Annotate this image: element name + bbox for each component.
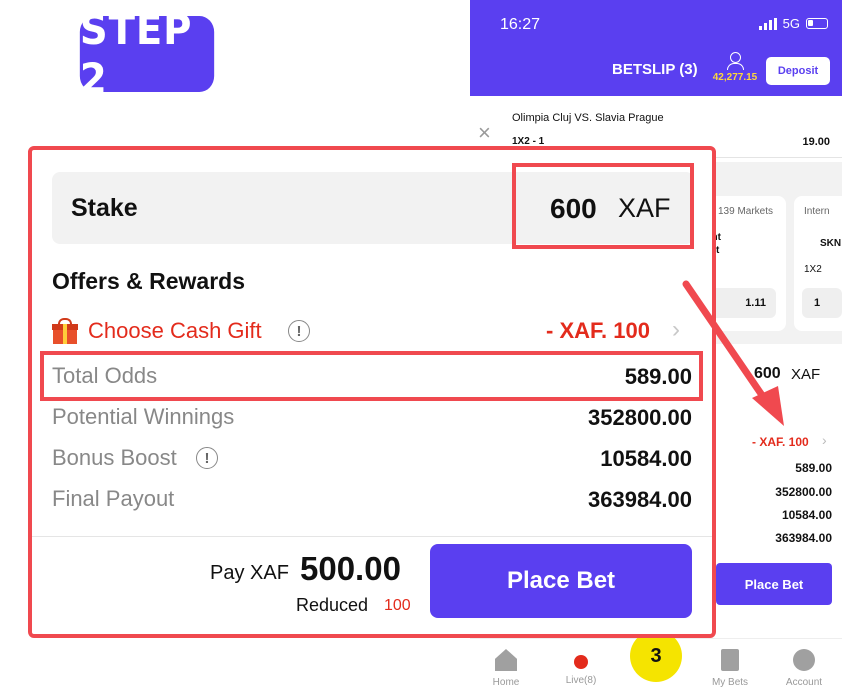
gift-icon: [52, 318, 78, 344]
reduced-label: Reduced: [296, 595, 369, 615]
info-icon[interactable]: !: [196, 447, 218, 469]
total-odds-highlight-box: [40, 351, 703, 401]
offers-title: Offers & Rewards: [52, 268, 246, 294]
balance-value: 42,277.15: [712, 72, 758, 83]
card-odd-button[interactable]: 1: [802, 288, 842, 318]
final-payout-value: 363984.00: [588, 487, 692, 512]
pay-amount: 500.00: [300, 550, 401, 587]
live-dot-icon: [574, 655, 588, 669]
stake-label: Stake: [71, 194, 138, 222]
mini-potential-winnings: 352800.00: [775, 485, 832, 499]
bonus-boost-value: 10584.00: [600, 446, 692, 471]
card-market-label: 1X2: [804, 264, 822, 275]
reduced-value: 100: [384, 597, 411, 614]
footer-divider: [32, 536, 712, 537]
potential-winnings-value: 352800.00: [588, 405, 692, 430]
mini-gift-amount[interactable]: - XAF. 100: [752, 435, 809, 449]
home-icon: [495, 649, 517, 671]
mini-total-odds: 589.00: [795, 461, 832, 475]
card-league: Intern: [804, 206, 830, 217]
account-balance[interactable]: 42,277.15: [708, 52, 762, 83]
status-bar-right: 5G: [758, 16, 828, 31]
mini-final-payout: 363984.00: [775, 531, 832, 545]
place-bet-button[interactable]: Place Bet: [430, 544, 692, 618]
stake-highlight-box: [512, 163, 694, 249]
close-icon[interactable]: ×: [478, 120, 491, 146]
selection-match: Olimpia Cluj VS. Slavia Prague: [512, 112, 664, 124]
final-payout-label: Final Payout: [52, 486, 175, 511]
tab-home[interactable]: Home: [476, 649, 536, 688]
tab-my-bets[interactable]: My Bets: [700, 649, 760, 688]
info-icon[interactable]: !: [288, 320, 310, 342]
betslip-title: BETSLIP (3): [612, 61, 698, 78]
user-icon: [726, 52, 744, 70]
chevron-right-icon[interactable]: ›: [672, 316, 680, 344]
mini-place-bet-button[interactable]: Place Bet: [716, 563, 832, 605]
tab-live[interactable]: Live(8): [551, 649, 611, 686]
account-icon: [793, 649, 815, 671]
mini-stake-currency: XAF: [791, 366, 821, 383]
deposit-button[interactable]: Deposit: [766, 57, 830, 85]
choose-cash-gift[interactable]: Choose Cash Gift: [88, 318, 262, 344]
mini-bonus-boost: 10584.00: [781, 508, 832, 522]
network-label: 5G: [782, 16, 800, 31]
tab-account[interactable]: Account: [774, 649, 834, 688]
step-badge: STEP 2: [79, 5, 215, 103]
cash-gift-amount[interactable]: - XAF. 100: [546, 318, 650, 344]
card-markets-count: 139 Markets: [718, 206, 774, 217]
potential-winnings-label: Potential Winnings: [52, 404, 235, 429]
my-bets-icon: [721, 649, 739, 671]
phone-header: 16:27 5G BETSLIP (3) 42,277.15 Deposit: [470, 0, 842, 96]
signal-icon: [758, 17, 777, 30]
chevron-right-icon[interactable]: ›: [822, 432, 827, 448]
bonus-boost-label: Bonus Boost: [52, 445, 177, 470]
card-team: SKN: [820, 238, 842, 249]
battery-icon: [806, 18, 828, 29]
status-time: 16:27: [500, 16, 541, 33]
selection-odd: 19.00: [802, 136, 830, 148]
pay-label: Pay XAF: [210, 562, 289, 584]
mini-stake-amount[interactable]: 600: [754, 365, 781, 383]
